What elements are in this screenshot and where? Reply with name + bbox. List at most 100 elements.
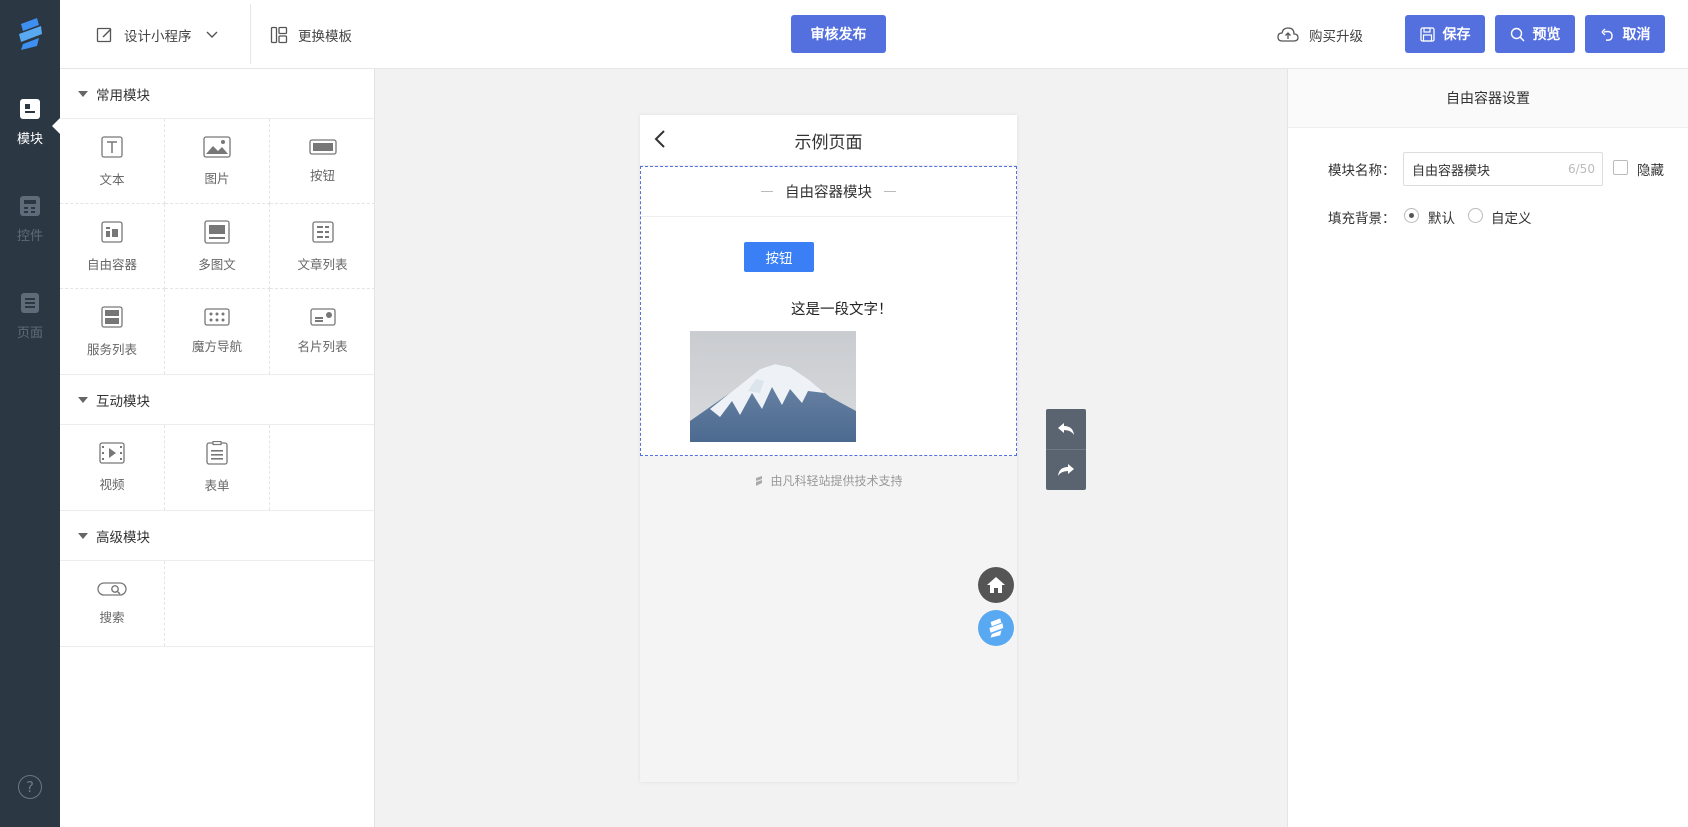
section-advanced-modules[interactable]: 高级模块 xyxy=(60,511,374,561)
bg-custom-radio[interactable] xyxy=(1468,208,1483,223)
service-list-icon xyxy=(101,306,123,328)
container-title: 自由容器模块 xyxy=(641,167,1016,217)
home-float-button[interactable] xyxy=(978,567,1014,603)
container-icon xyxy=(101,220,123,243)
save-button[interactable]: 保存 xyxy=(1405,15,1485,53)
button-icon xyxy=(308,138,337,155)
topbar-divider xyxy=(250,4,251,64)
app-logo[interactable] xyxy=(0,0,60,68)
calculator-icon xyxy=(20,196,40,216)
image-icon xyxy=(203,135,231,158)
bg-custom-label: 自定义 xyxy=(1491,211,1532,227)
settings-title: 自由容器设置 xyxy=(1288,69,1688,128)
module-free-container[interactable]: 自由容器 xyxy=(60,204,165,289)
section-title: 互动模块 xyxy=(96,393,150,410)
grid-icon xyxy=(204,308,230,326)
module-label: 自由容器 xyxy=(86,256,137,272)
video-icon xyxy=(99,442,125,464)
template-label: 更换模板 xyxy=(298,28,352,45)
design-miniprogram-dropdown[interactable]: 设计小程序 xyxy=(96,0,218,69)
container-text[interactable]: 这是一段文字！ xyxy=(791,298,893,319)
undo-redo-toolbar xyxy=(1046,409,1086,490)
module-card-list[interactable]: 名片列表 xyxy=(270,289,375,374)
module-label: 图片 xyxy=(204,170,230,186)
brand-logo-icon xyxy=(756,475,763,486)
module-video[interactable]: 视频 xyxy=(60,425,165,510)
top-bar: 设计小程序 更换模板 审核发布 购买升级 保存 预览 取消 xyxy=(60,0,1688,69)
module-search[interactable]: 搜索 xyxy=(60,561,165,646)
upgrade-button[interactable]: 购买升级 xyxy=(1277,0,1363,69)
phone-page-title: 示例页面 xyxy=(794,132,863,153)
module-label: 魔方导航 xyxy=(191,339,242,354)
preview-label: 预览 xyxy=(1532,27,1561,43)
logo-icon xyxy=(989,618,1004,638)
module-service-list[interactable]: 服务列表 xyxy=(60,289,165,374)
list-icon xyxy=(311,220,334,243)
module-form[interactable]: 表单 xyxy=(165,425,270,510)
interactive-modules-grid: 视频 表单 xyxy=(60,425,374,511)
logo-icon xyxy=(19,18,42,50)
module-label: 文本 xyxy=(99,171,125,187)
container-button[interactable]: 按钮 xyxy=(744,242,814,272)
caret-down-icon xyxy=(78,532,88,539)
advanced-modules-grid: 搜索 xyxy=(60,561,374,647)
module-button[interactable]: 按钮 xyxy=(270,119,375,204)
undo-button[interactable] xyxy=(1046,409,1086,449)
name-char-counter: 6/50 xyxy=(1568,162,1595,176)
module-multi-image-text[interactable]: 多图文 xyxy=(165,204,270,289)
undo-icon xyxy=(1601,28,1613,41)
section-interactive-modules[interactable]: 互动模块 xyxy=(60,375,374,425)
module-empty-slot xyxy=(270,425,375,510)
tech-support-footer: 由凡科轻站提供技术支持 xyxy=(640,472,1017,489)
publish-button[interactable]: 审核发布 xyxy=(791,15,886,53)
phone-header: 示例页面 xyxy=(640,115,1017,166)
fill-background-label: 填充背景： xyxy=(1328,211,1396,227)
section-common-modules[interactable]: 常用模块 xyxy=(60,69,374,119)
section-title: 高级模块 xyxy=(96,529,150,546)
module-label: 搜索 xyxy=(99,610,125,625)
design-label: 设计小程序 xyxy=(124,28,192,45)
redo-button[interactable] xyxy=(1046,449,1086,489)
bg-default-label: 默认 xyxy=(1428,211,1455,227)
module-label: 多图文 xyxy=(198,256,236,272)
back-arrow-icon[interactable] xyxy=(654,129,666,149)
module-article-list[interactable]: 文章列表 xyxy=(270,204,375,289)
free-container-module[interactable]: 自由容器模块 按钮 这是一段文字！ xyxy=(640,166,1017,456)
module-icon xyxy=(20,99,40,119)
title-dash-left xyxy=(761,191,773,192)
change-template-button[interactable]: 更换模板 xyxy=(270,0,352,69)
brand-float-button[interactable] xyxy=(978,610,1014,646)
phone-preview: 示例页面 自由容器模块 按钮 这是一段文字！ 由凡科轻站提供技术支持 xyxy=(640,115,1017,782)
rail-item-pages[interactable]: 页面 xyxy=(0,262,60,359)
bg-default-radio[interactable] xyxy=(1404,208,1419,223)
form-icon xyxy=(206,441,228,465)
mountain-image xyxy=(690,331,856,442)
cancel-button[interactable]: 取消 xyxy=(1585,15,1665,53)
module-cube-nav[interactable]: 魔方导航 xyxy=(165,289,270,374)
hide-label: 隐藏 xyxy=(1637,163,1664,179)
container-image[interactable] xyxy=(690,331,856,442)
settings-panel: 自由容器设置 模块名称： 6/50 隐藏 填充背景： 默认 自定义 xyxy=(1287,69,1688,827)
undo-arrow-icon xyxy=(1058,423,1074,435)
container-title-text: 自由容器模块 xyxy=(785,185,872,201)
left-rail: 模块 控件 页面 ? xyxy=(0,0,60,827)
multi-image-icon xyxy=(204,219,230,244)
cancel-label: 取消 xyxy=(1622,27,1651,43)
help-icon[interactable]: ? xyxy=(18,775,42,799)
module-label: 文章列表 xyxy=(297,256,348,272)
rail-item-modules[interactable]: 模块 xyxy=(0,68,60,165)
rail-item-controls[interactable]: 控件 xyxy=(0,165,60,262)
caret-down-icon xyxy=(78,90,88,97)
chevron-down-icon xyxy=(206,31,217,38)
module-text[interactable]: 文本 xyxy=(60,119,165,204)
template-icon xyxy=(270,26,288,43)
hide-checkbox[interactable] xyxy=(1613,160,1628,175)
card-icon xyxy=(309,308,336,326)
page-icon xyxy=(21,293,39,313)
rail-label-controls: 控件 xyxy=(16,229,43,244)
edit-icon xyxy=(96,27,112,42)
module-image[interactable]: 图片 xyxy=(165,119,270,204)
preview-button[interactable]: 预览 xyxy=(1495,15,1575,53)
section-title: 常用模块 xyxy=(96,87,150,104)
module-label: 按钮 xyxy=(309,167,335,183)
